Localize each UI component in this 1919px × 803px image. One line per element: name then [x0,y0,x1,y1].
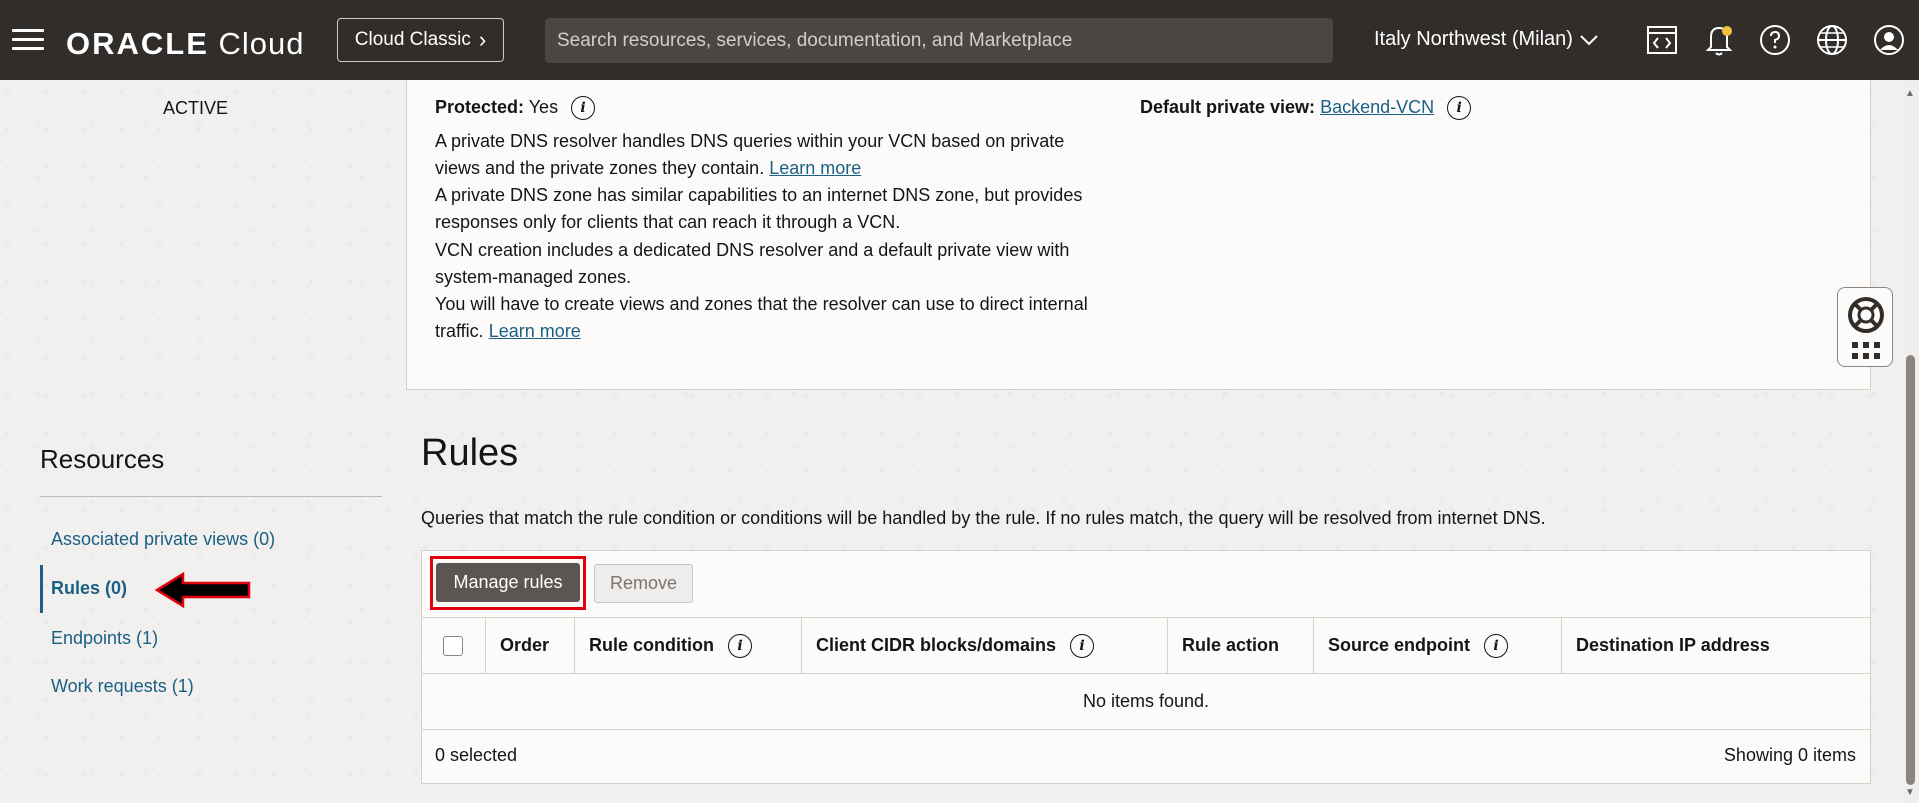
backend-vcn-link[interactable]: Backend-VCN [1320,97,1434,117]
protected-value: Yes [528,96,559,117]
hamburger-menu-icon[interactable] [12,29,44,51]
resources-title: Resources [40,444,165,474]
scroll-down-icon[interactable]: ▼ [1903,787,1917,798]
cloud-classic-label: Cloud Classic [354,29,471,50]
sidebar-item-work-requests[interactable]: Work requests (1) [51,676,194,697]
column-header-client-cidr[interactable]: Client CIDR blocks/domains i [802,618,1168,673]
info-text-line: system-managed zones. [435,267,632,287]
learn-more-link[interactable]: Learn more [769,158,861,178]
protected-field: Protected: Yes i [435,96,596,120]
sidebar-item-rules[interactable]: Rules (0) [51,578,127,599]
info-text-line: responses only for clients that can reac… [435,212,901,232]
info-icon[interactable]: i [1070,633,1095,658]
help-icon[interactable] [1757,22,1793,58]
sidebar-item-associated-private-views[interactable]: Associated private views (0) [51,529,275,550]
region-label: Italy Northwest (Milan) [1374,28,1573,50]
info-text-line: A private DNS resolver handles DNS queri… [435,131,1065,151]
scrollbar-thumb[interactable] [1906,355,1915,785]
info-text-line: A private DNS zone has similar capabilit… [435,185,1083,205]
rules-description: Queries that match the rule condition or… [421,508,1546,528]
help-widget[interactable] [1837,287,1893,367]
info-text-line: traffic. Learn more [435,321,581,341]
info-icon[interactable]: i [1484,633,1509,658]
table-header-row: Order Rule condition i Client CIDR blocks… [421,617,1871,674]
active-item-indicator [40,565,43,613]
chevron-right-icon: › [478,27,487,52]
column-header-source-endpoint[interactable]: Source endpoint i [1314,618,1562,673]
column-header-rule-action[interactable]: Rule action [1168,618,1314,673]
oracle-cloud-logo[interactable]: ORACLE Cloud [66,26,305,62]
chevron-down-icon [1580,34,1598,45]
cloud-classic-button[interactable]: Cloud Classic › [337,18,504,62]
showing-count: Showing 0 items [1723,745,1856,765]
lifebuoy-icon[interactable] [1847,296,1885,334]
top-navigation-bar: ORACLE Cloud Cloud Classic › Italy North… [0,0,1919,80]
region-selector[interactable]: Italy Northwest (Milan) [1374,28,1599,51]
default-view-label: Default private view: [1140,96,1316,117]
sidebar-item-endpoints[interactable]: Endpoints (1) [51,628,158,649]
code-editor-icon[interactable] [1644,22,1680,58]
remove-button[interactable]: Remove [594,564,693,603]
default-private-view-field: Default private view: Backend-VCN i [1140,96,1472,120]
column-header-order[interactable]: Order [486,618,575,673]
info-icon[interactable]: i [728,633,752,658]
table-empty-message: No items found. [421,674,1871,730]
info-text-line: VCN creation includes a dedicated DNS re… [435,240,1070,260]
resources-divider [40,496,382,497]
rules-heading: Rules [421,432,519,474]
search-input[interactable] [545,18,1333,63]
user-icon[interactable] [1871,22,1907,58]
info-text-line: You will have to create views and zones … [435,294,1088,314]
apps-grid-icon[interactable] [1852,342,1880,360]
protected-label: Protected: [435,96,525,117]
selected-count: 0 selected [435,745,518,765]
column-header-destination-ip[interactable]: Destination IP address [1562,618,1871,673]
annotation-arrow-icon [155,572,251,608]
select-all-checkbox[interactable] [443,635,463,656]
scroll-up-icon[interactable]: ▲ [1903,88,1917,99]
learn-more-link[interactable]: Learn more [489,321,581,341]
select-all-cell [421,618,486,673]
bell-icon[interactable] [1701,22,1737,58]
column-header-rule-condition[interactable]: Rule condition i [575,618,802,673]
info-icon[interactable]: i [571,96,596,120]
manage-rules-button[interactable]: Manage rules [436,563,580,602]
resolver-information-panel: Protected: Yes i Default private view: B… [406,80,1871,390]
info-icon[interactable]: i [1447,96,1472,120]
resolver-status: ACTIVE [163,98,229,118]
info-text-line: views and the private zones they contain… [435,158,862,178]
globe-icon[interactable] [1814,22,1850,58]
